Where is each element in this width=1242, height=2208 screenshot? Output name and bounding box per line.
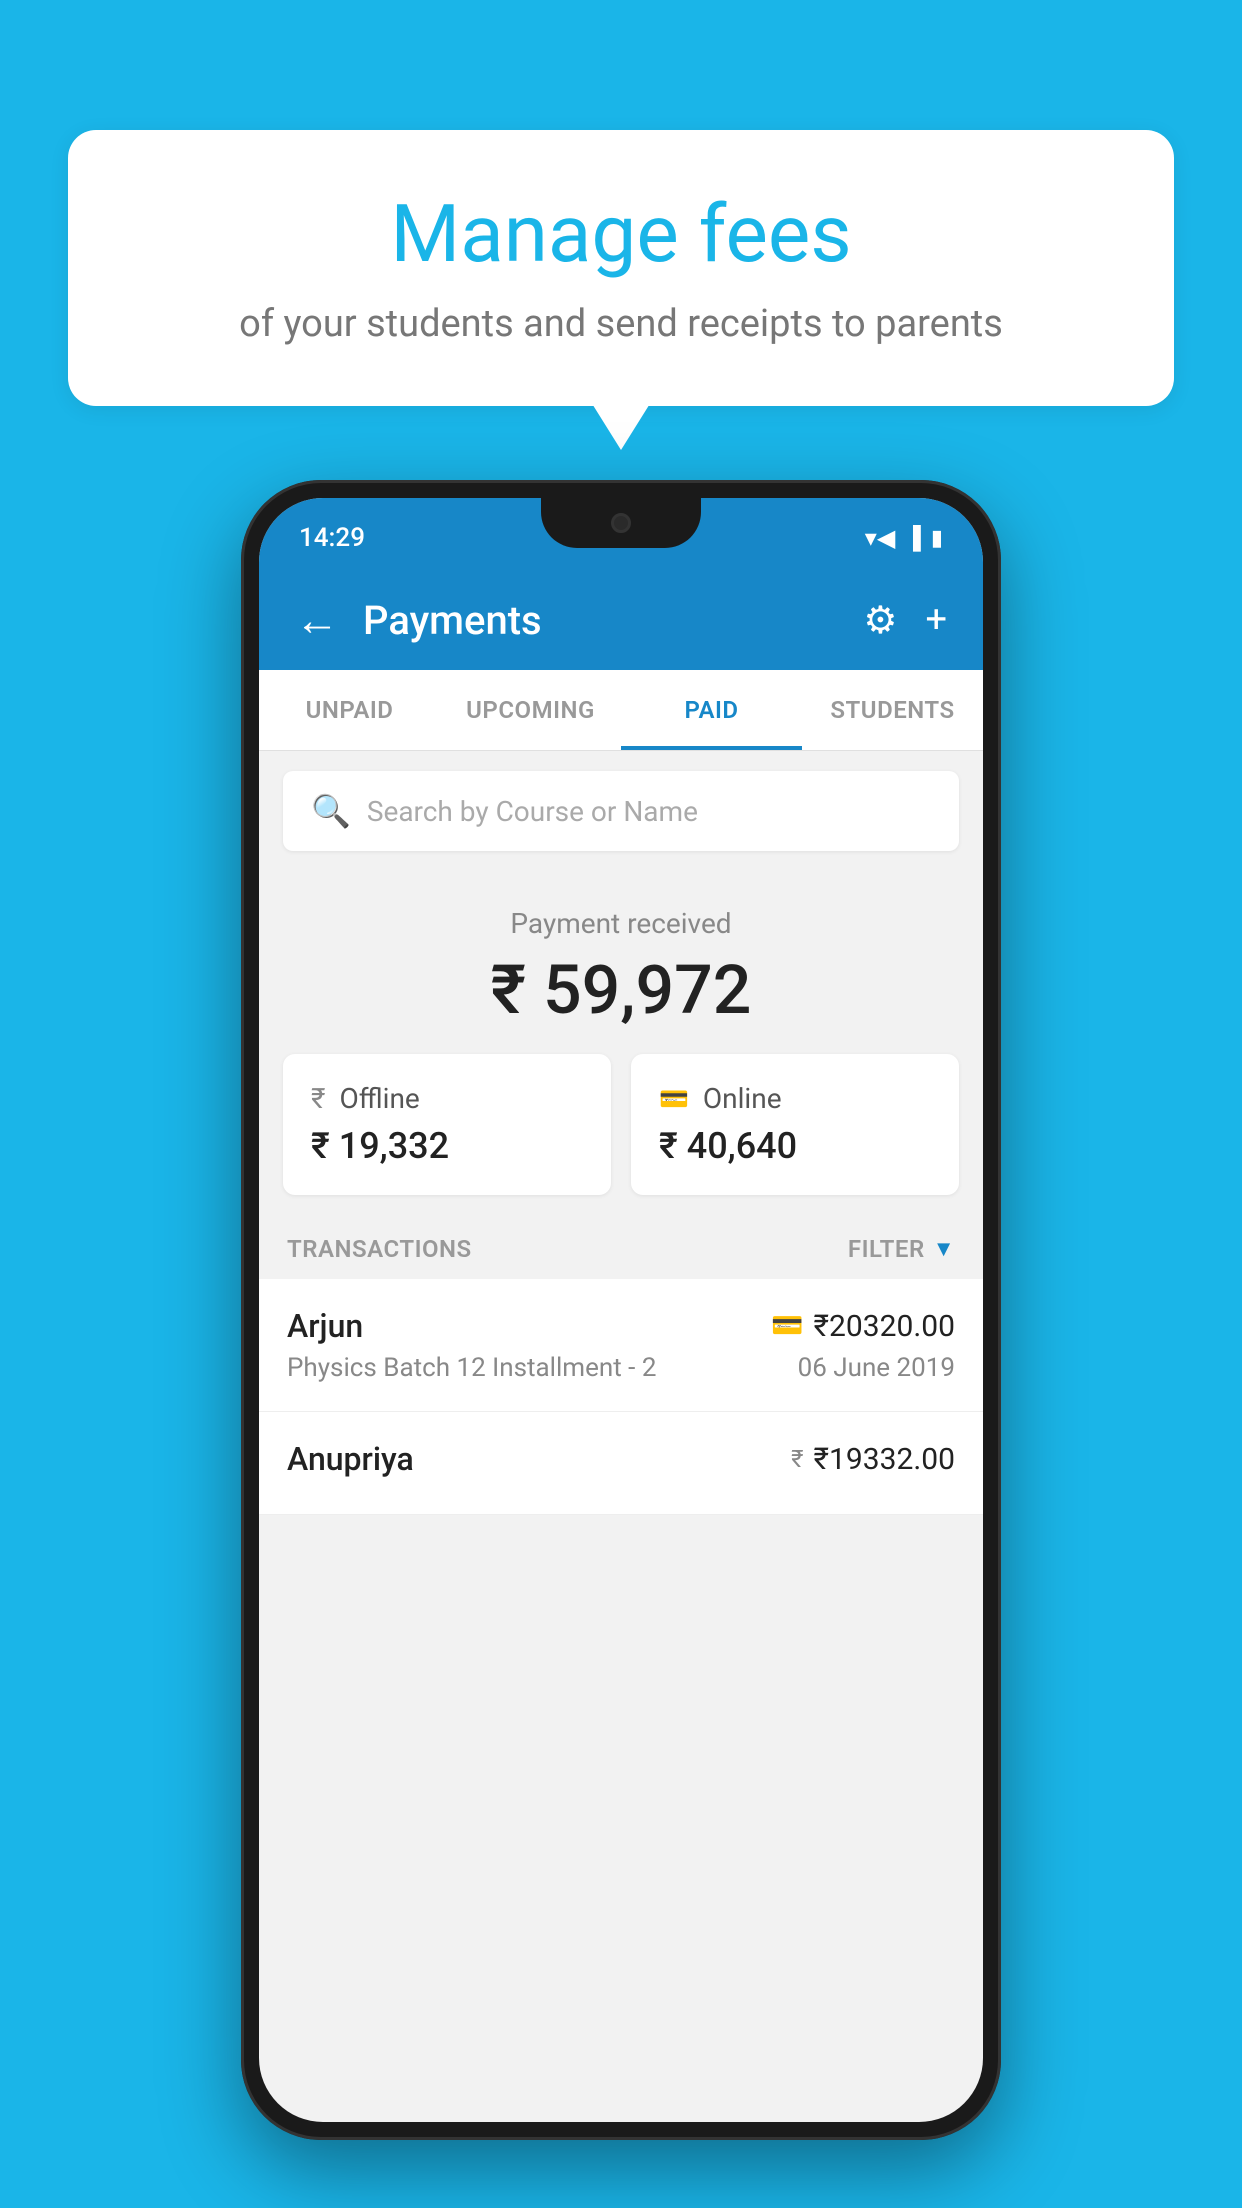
offline-card-header: ₹ Offline (311, 1082, 583, 1115)
filter-icon: ▼ (933, 1236, 955, 1262)
tabs-bar: UNPAID UPCOMING PAID STUDENTS (259, 670, 983, 751)
search-bar[interactable]: 🔍 Search by Course or Name (283, 771, 959, 851)
speech-bubble: Manage fees of your students and send re… (68, 130, 1174, 406)
tx-date-1: 06 June 2019 (798, 1353, 955, 1383)
offline-card: ₹ Offline ₹ 19,332 (283, 1054, 611, 1195)
battery-icon: ▮ (931, 526, 943, 551)
filter-button[interactable]: FILTER ▼ (848, 1235, 955, 1263)
transaction-right-1: 💳 ₹20320.00 (771, 1309, 955, 1344)
filter-label: FILTER (848, 1235, 925, 1263)
course-label-1: Physics Batch 12 Installment - 2 (287, 1353, 656, 1383)
tab-unpaid[interactable]: UNPAID (259, 670, 440, 750)
student-name-2: Anupriya (287, 1440, 414, 1478)
transaction-top-1: Arjun 💳 ₹20320.00 (287, 1307, 955, 1345)
app-bar-icons: ⚙ + (863, 598, 947, 643)
app-bar: ← Payments ⚙ + (259, 570, 983, 670)
tab-students[interactable]: STUDENTS (802, 670, 983, 750)
signal-icon: ▐ (905, 525, 921, 551)
speech-bubble-container: Manage fees of your students and send re… (68, 130, 1174, 406)
payment-cards: ₹ Offline ₹ 19,332 💳 Online ₹ 40,640 (259, 1054, 983, 1219)
notch (541, 498, 701, 548)
transaction-row-2: Anupriya ₹ ₹19332.00 (259, 1412, 983, 1515)
search-input[interactable]: Search by Course or Name (367, 795, 698, 828)
transaction-right-2: ₹ ₹19332.00 (791, 1442, 955, 1477)
status-time: 14:29 (299, 523, 365, 553)
student-name-1: Arjun (287, 1307, 363, 1345)
offline-label: Offline (339, 1082, 419, 1115)
online-icon: 💳 (659, 1085, 689, 1113)
settings-button[interactable]: ⚙ (863, 598, 897, 643)
tx-amount-2: ₹19332.00 (814, 1442, 955, 1477)
transaction-row: Arjun 💳 ₹20320.00 Physics Batch 12 Insta… (259, 1279, 983, 1412)
payment-label: Payment received (283, 907, 959, 940)
camera-dot (611, 513, 631, 533)
tab-paid[interactable]: PAID (621, 670, 802, 750)
transactions-label: TRANSACTIONS (287, 1235, 472, 1263)
search-icon: 🔍 (311, 792, 351, 830)
offline-icon: ₹ (311, 1082, 325, 1115)
app-bar-title: Payments (363, 597, 839, 644)
payment-icon-1: 💳 (771, 1311, 803, 1341)
status-icons: ▾◀ ▐ ▮ (865, 524, 943, 552)
offline-amount: ₹ 19,332 (311, 1125, 583, 1167)
bubble-title: Manage fees (148, 190, 1094, 278)
transactions-header: TRANSACTIONS FILTER ▼ (259, 1219, 983, 1279)
tab-upcoming[interactable]: UPCOMING (440, 670, 621, 750)
online-label: Online (703, 1082, 782, 1115)
wifi-icon: ▾◀ (865, 524, 896, 552)
bubble-subtitle: of your students and send receipts to pa… (148, 302, 1094, 346)
online-amount: ₹ 40,640 (659, 1125, 931, 1167)
online-card: 💳 Online ₹ 40,640 (631, 1054, 959, 1195)
phone-screen: 14:29 ▾◀ ▐ ▮ ← Payments ⚙ + UNPAID UPC (259, 498, 983, 2122)
add-button[interactable]: + (925, 598, 947, 642)
content-area: 🔍 Search by Course or Name Payment recei… (259, 751, 983, 1515)
phone-outer: 14:29 ▾◀ ▐ ▮ ← Payments ⚙ + UNPAID UPC (241, 480, 1001, 2140)
phone-mockup: 14:29 ▾◀ ▐ ▮ ← Payments ⚙ + UNPAID UPC (241, 480, 1001, 2140)
payment-summary: Payment received ₹ 59,972 (259, 871, 983, 1054)
transaction-bottom-1: Physics Batch 12 Installment - 2 06 June… (287, 1353, 955, 1383)
payment-amount: ₹ 59,972 (283, 950, 959, 1030)
online-card-header: 💳 Online (659, 1082, 931, 1115)
tx-amount-1: ₹20320.00 (814, 1309, 955, 1344)
back-button[interactable]: ← (295, 598, 339, 642)
payment-icon-2: ₹ (791, 1445, 803, 1473)
transaction-top-2: Anupriya ₹ ₹19332.00 (287, 1440, 955, 1478)
